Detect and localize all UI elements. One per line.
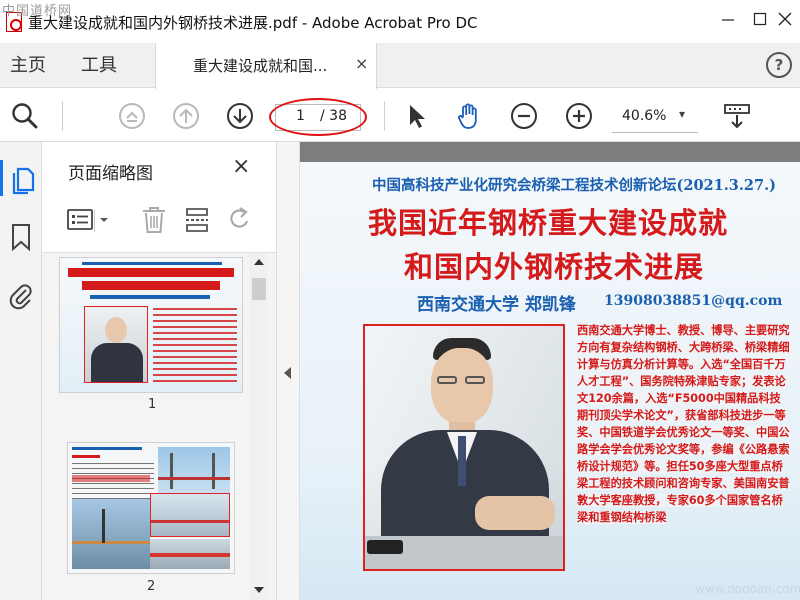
bookmark-icon[interactable] xyxy=(10,222,32,252)
rail-selection-indicator xyxy=(0,160,3,196)
doc-subtitle: 中国高科技产业化研究会桥梁工程技术创新论坛(2021.3.27.) xyxy=(372,177,776,194)
title-bar: 中国道桥网 重大建设成就和国内外钢桥技术进展.pdf - Adobe Acrob… xyxy=(0,0,800,43)
toolbar: 1 / 38 40.6% ▾ xyxy=(0,89,800,142)
doc-email: 13908038851@qq.com xyxy=(604,293,783,309)
tab-close-icon[interactable]: × xyxy=(355,54,368,73)
tab-document[interactable]: 重大建设成就和国... × xyxy=(155,43,377,89)
zoom-select[interactable]: 40.6% ▾ xyxy=(612,104,698,131)
select-cursor-icon[interactable] xyxy=(402,101,432,131)
thumbnail-bridge-image xyxy=(150,539,230,569)
window-title: 重大建设成就和国内外钢桥技术进展.pdf - Adobe Acrobat Pro… xyxy=(28,14,478,32)
panel-title: 页面缩略图 xyxy=(68,164,153,184)
help-icon[interactable]: ? xyxy=(766,52,792,78)
toolbar-divider xyxy=(384,101,385,131)
minimize-icon[interactable] xyxy=(713,8,743,34)
thumbnail-highlight xyxy=(72,475,150,482)
previous-page-icon[interactable] xyxy=(171,101,201,131)
thumbnail-photo xyxy=(84,306,148,383)
tab-bar: 主页 工具 重大建设成就和国... × ? xyxy=(0,43,800,89)
panel-collapse-handle[interactable] xyxy=(276,142,300,600)
rotate-icon[interactable] xyxy=(226,206,254,234)
collapse-arrow-icon xyxy=(284,367,291,379)
tab-home[interactable]: 主页 xyxy=(10,43,46,88)
doc-bio-content: 西南交通大学博士、教授、博导、主要研究方向有复杂结构钢桥、大跨桥梁、桥梁精细计算… xyxy=(577,324,790,524)
thumbnail-options-button[interactable] xyxy=(66,207,114,233)
page-thumbnails-icon[interactable] xyxy=(8,164,36,196)
first-page-icon[interactable] xyxy=(117,101,147,131)
thumbnail-page-1[interactable] xyxy=(60,258,242,392)
thumbnail-subtitle-line xyxy=(82,262,222,265)
thumbnail-title-line xyxy=(82,281,220,290)
author-photo xyxy=(363,324,565,571)
doc-author: 西南交通大学 郑凯锋 xyxy=(417,295,576,315)
thumbnail-label: 1 xyxy=(148,397,157,412)
scroll-mode-icon[interactable] xyxy=(722,101,752,131)
hand-tool-icon[interactable] xyxy=(454,101,484,131)
thumbnail-bridge-image xyxy=(72,499,150,569)
red-circle-annotation xyxy=(269,98,367,136)
thumbnail-heading-line xyxy=(72,455,100,458)
scroll-up-icon[interactable] xyxy=(254,259,264,265)
chevron-down-icon: ▾ xyxy=(679,107,686,121)
next-page-icon[interactable] xyxy=(225,101,255,131)
tab-tools[interactable]: 工具 xyxy=(81,43,117,88)
tab-document-label: 重大建设成就和国... xyxy=(193,57,328,75)
thumbnail-list[interactable]: 1 2 xyxy=(42,252,276,600)
window-close-icon[interactable] xyxy=(770,8,800,34)
thumbnail-author-line xyxy=(90,295,210,299)
zoom-out-icon[interactable] xyxy=(509,101,539,131)
doc-watermark: www.doooan.com xyxy=(695,582,800,596)
thumbnail-scrollbar[interactable] xyxy=(250,253,268,600)
doc-bio-text: 西南交通大学博士、教授、博导、主要研究方向有复杂结构钢桥、大跨桥梁、桥梁精细计算… xyxy=(577,322,791,526)
thumbnail-label: 2 xyxy=(147,579,156,594)
pdf-page: 中国高科技产业化研究会桥梁工程技术创新论坛(2021.3.27.) 我国近年钢桥… xyxy=(300,162,800,600)
thumbnail-bridge-image xyxy=(158,447,230,493)
toolbar-divider xyxy=(62,101,63,131)
zoom-value: 40.6% xyxy=(622,108,667,124)
zoom-underline xyxy=(612,132,698,133)
thumbnail-page-2[interactable] xyxy=(68,443,234,573)
scrollbar-thumb[interactable] xyxy=(252,278,266,300)
thumbnail-heading-line xyxy=(72,447,142,450)
thumbnail-bridge-image xyxy=(150,493,230,537)
search-icon[interactable] xyxy=(10,101,40,131)
extract-pages-icon[interactable] xyxy=(184,206,210,234)
document-viewport[interactable]: 中国高科技产业化研究会桥梁工程技术创新论坛(2021.3.27.) 我国近年钢桥… xyxy=(300,142,800,600)
scroll-down-icon[interactable] xyxy=(254,587,264,593)
doc-title-line1: 我国近年钢桥重大建设成就 xyxy=(368,206,729,240)
thumbnail-bio-text xyxy=(153,308,237,382)
panel-close-icon[interactable]: × xyxy=(232,154,250,179)
thumbnail-panel: 页面缩略图 × 1 2 xyxy=(42,142,276,600)
left-rail xyxy=(0,142,42,600)
doc-title-line2: 和国内外钢桥技术进展 xyxy=(404,250,705,284)
thumbnail-title-line xyxy=(68,268,234,277)
attachment-icon[interactable] xyxy=(8,280,34,310)
panel-divider xyxy=(94,210,95,232)
zoom-in-icon[interactable] xyxy=(564,101,594,131)
trash-icon[interactable] xyxy=(141,206,167,234)
